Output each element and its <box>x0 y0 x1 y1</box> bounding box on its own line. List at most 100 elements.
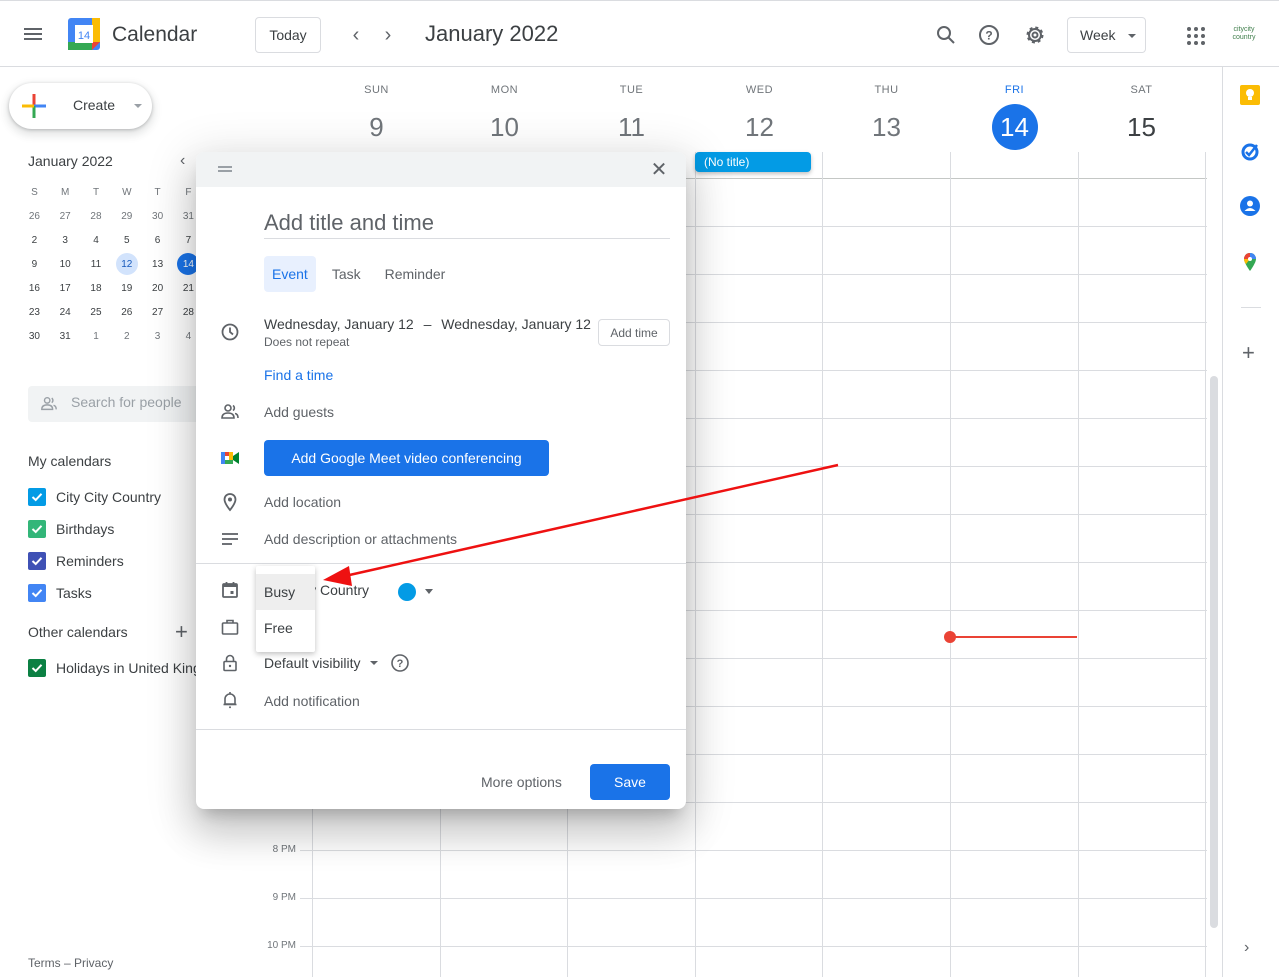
recurrence-text[interactable]: Does not repeat <box>264 335 349 349</box>
event-title-input[interactable] <box>264 207 670 239</box>
keep-icon[interactable] <box>1240 85 1260 105</box>
mini-calendar-day[interactable]: 19 <box>111 276 142 300</box>
mini-calendar-day[interactable]: 9 <box>19 252 50 276</box>
mini-calendar-day[interactable]: 2 <box>111 324 142 348</box>
add-location-field[interactable]: Add location <box>264 494 341 510</box>
grid-scrollbar[interactable] <box>1210 376 1218 928</box>
apps-icon[interactable] <box>1187 27 1205 45</box>
day-number[interactable]: 13 <box>823 104 950 150</box>
mini-calendar-day[interactable]: 1 <box>81 324 112 348</box>
find-a-time-link[interactable]: Find a time <box>264 367 333 383</box>
other-calendars-heading[interactable]: Other calendars <box>28 624 128 640</box>
mini-calendar-day[interactable]: 31 <box>50 324 81 348</box>
mini-calendar-day[interactable]: 6 <box>142 228 173 252</box>
previous-week-button[interactable]: ‹ <box>344 23 368 47</box>
mini-calendar-day[interactable]: 20 <box>142 276 173 300</box>
all-day-event-chip[interactable]: (No title) <box>695 152 811 172</box>
mini-calendar-day[interactable]: 27 <box>142 300 173 324</box>
day-header-sun[interactable]: SUN 9 <box>313 84 440 150</box>
start-date[interactable]: Wednesday, January 12 <box>264 316 414 332</box>
calendar-checkbox[interactable] <box>28 584 46 602</box>
mini-calendar-day[interactable]: 26 <box>19 204 50 228</box>
calendar-checkbox[interactable] <box>28 552 46 570</box>
mini-calendar-day[interactable]: 4 <box>81 228 112 252</box>
day-header-tue[interactable]: TUE 11 <box>568 84 695 150</box>
close-icon[interactable]: ✕ <box>648 159 670 181</box>
gear-icon[interactable] <box>1023 23 1047 47</box>
mini-calendar-day[interactable]: 23 <box>19 300 50 324</box>
mini-calendar-day[interactable]: 3 <box>142 324 173 348</box>
tab-event[interactable]: Event <box>264 256 316 292</box>
calendar-list-item[interactable]: Birthdays <box>28 517 114 541</box>
mini-calendar-day[interactable]: 25 <box>81 300 112 324</box>
mini-calendar-day[interactable]: 17 <box>50 276 81 300</box>
mini-calendar-day[interactable]: 28 <box>81 204 112 228</box>
mini-calendar-day[interactable]: 13 <box>142 252 173 276</box>
menu-item-free[interactable]: Free <box>256 610 315 646</box>
day-number[interactable]: 15 <box>1078 104 1205 150</box>
add-guests-field[interactable]: Add guests <box>264 404 334 420</box>
search-people-input[interactable] <box>71 394 206 410</box>
my-calendars-heading[interactable]: My calendars <box>28 453 111 469</box>
day-number[interactable]: 12 <box>696 104 823 150</box>
calendar-checkbox[interactable] <box>28 488 46 506</box>
maps-icon[interactable] <box>1240 252 1260 272</box>
mini-calendar-day[interactable]: 18 <box>81 276 112 300</box>
calendar-list-item[interactable]: Reminders <box>28 549 124 573</box>
create-button[interactable]: Create <box>9 83 152 129</box>
day-header-mon[interactable]: MON 10 <box>441 84 568 150</box>
day-header-thu[interactable]: THU 13 <box>823 84 950 150</box>
today-button[interactable]: Today <box>255 17 321 53</box>
calendar-list-item[interactable]: City City Country <box>28 485 161 509</box>
menu-icon[interactable] <box>24 25 46 43</box>
day-number[interactable]: 11 <box>568 104 695 150</box>
mini-calendar-day[interactable]: 12 <box>111 252 142 276</box>
more-options-button[interactable]: More options <box>481 774 562 790</box>
day-header-wed[interactable]: WED 12 <box>696 84 823 150</box>
mini-calendar-day[interactable]: 11 <box>81 252 112 276</box>
mini-calendar-day[interactable]: 3 <box>50 228 81 252</box>
day-number-today[interactable]: 14 <box>991 104 1038 150</box>
account-avatar[interactable]: citycity country <box>1229 26 1259 42</box>
calendar-checkbox[interactable] <box>28 659 46 677</box>
search-people[interactable] <box>28 386 208 422</box>
mini-calendar-day[interactable]: 2 <box>19 228 50 252</box>
save-button[interactable]: Save <box>590 764 670 800</box>
end-date[interactable]: Wednesday, January 12 <box>441 316 591 332</box>
day-number[interactable]: 9 <box>313 104 440 150</box>
contacts-icon[interactable] <box>1240 196 1260 216</box>
mini-calendar-day[interactable]: 30 <box>142 204 173 228</box>
day-number[interactable]: 10 <box>441 104 568 150</box>
add-description-field[interactable]: Add description or attachments <box>264 531 457 547</box>
mini-calendar-day[interactable]: 24 <box>50 300 81 324</box>
add-google-meet-button[interactable]: Add Google Meet video conferencing <box>264 440 549 476</box>
tab-task[interactable]: Task <box>324 256 369 292</box>
event-dates[interactable]: Wednesday, January 12 – Wednesday, Janua… <box>264 316 591 332</box>
day-header-fri[interactable]: FRI 14 <box>951 84 1078 150</box>
help-icon[interactable]: ? <box>977 23 1001 47</box>
mini-calendar-day[interactable]: 30 <box>19 324 50 348</box>
tab-reminder[interactable]: Reminder <box>377 256 454 292</box>
dialog-drag-bar[interactable]: ✕ <box>196 152 686 187</box>
event-color-swatch[interactable] <box>398 583 416 601</box>
visibility-dropdown-caret-icon[interactable] <box>370 661 378 665</box>
add-other-calendar-button[interactable]: + <box>175 621 188 643</box>
mini-calendar-day[interactable]: 10 <box>50 252 81 276</box>
day-header-sat[interactable]: SAT 15 <box>1078 84 1205 150</box>
mini-calendar-day[interactable]: 29 <box>111 204 142 228</box>
visibility-help-icon[interactable]: ? <box>390 653 410 673</box>
search-icon[interactable] <box>934 23 958 47</box>
mini-calendar-day[interactable]: 16 <box>19 276 50 300</box>
calendar-list-item[interactable]: Tasks <box>28 581 92 605</box>
calendar-checkbox[interactable] <box>28 520 46 538</box>
next-week-button[interactable]: › <box>376 23 400 47</box>
add-time-button[interactable]: Add time <box>598 319 670 346</box>
view-selector[interactable]: Week <box>1067 17 1146 53</box>
drag-handle-icon[interactable] <box>218 166 232 172</box>
add-notification-field[interactable]: Add notification <box>264 693 360 709</box>
mini-calendar-prev-button[interactable]: ‹ <box>180 152 185 170</box>
terms-privacy-links[interactable]: Terms – Privacy <box>28 956 113 970</box>
mini-calendar-day[interactable]: 5 <box>111 228 142 252</box>
menu-item-busy[interactable]: Busy <box>256 574 315 610</box>
get-addons-button[interactable]: + <box>1242 340 1255 366</box>
